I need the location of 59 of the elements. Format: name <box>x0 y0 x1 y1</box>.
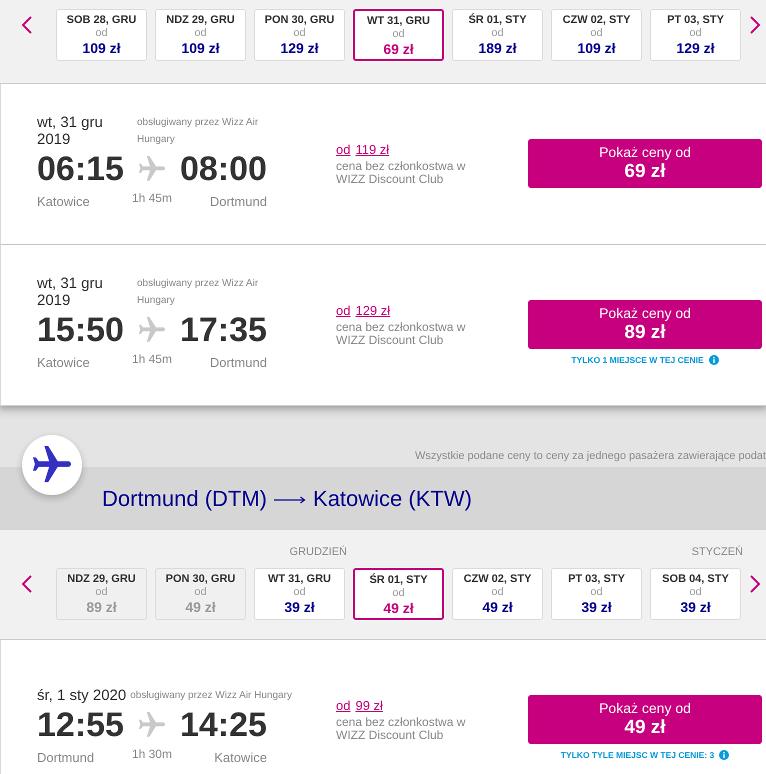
operator-text: obsługiwany przez Wizz Air Hungary <box>137 116 260 147</box>
operator-text: obsługiwany przez Wizz Air Hungary <box>130 689 293 703</box>
regular-price-link[interactable]: od 99 zł <box>336 698 383 714</box>
departure-time: 15:50 <box>37 311 124 349</box>
show-prices-button[interactable]: Pokaż ceny od 49 zł <box>528 695 762 744</box>
chevron-right-icon <box>749 15 761 35</box>
date-price-tab[interactable]: SOB 28, GRU od 109 zł <box>56 9 147 61</box>
destination-city: Dortmund <box>210 194 267 210</box>
flight-duration: 1h 30m <box>132 747 172 761</box>
date-price-tab[interactable]: PT 03, STY od 129 zł <box>650 9 741 61</box>
price-note: cena bez członkostwa w WIZZ Discount Club <box>336 160 466 186</box>
origin-city: Katowice <box>37 355 90 371</box>
chevron-left-icon <box>21 574 33 594</box>
seats-left-note: TYLKO 1 MIEJSCE W TEJ CENIE <box>571 354 704 366</box>
airplane-icon <box>138 317 165 343</box>
date-price-tab[interactable]: WT 31, GRU od 69 zł <box>353 9 444 61</box>
date-price-tab[interactable]: CZW 02, STY od 49 zł <box>452 568 543 620</box>
arrival-time: 08:00 <box>180 150 267 188</box>
arrival-time: 14:25 <box>180 706 267 744</box>
airplane-icon <box>138 712 165 738</box>
info-icon[interactable] <box>708 355 719 365</box>
flight-date: śr, 1 sty 2020 <box>37 687 126 704</box>
date-price-tab[interactable]: NDZ 29, GRU od 109 zł <box>155 9 246 61</box>
month-label: STYCZEŃ <box>692 545 743 559</box>
departure-time: 06:15 <box>37 150 124 188</box>
month-label: GRUDZIEŃ <box>290 545 347 559</box>
info-icon[interactable] <box>719 750 730 760</box>
chevron-right-icon <box>749 574 761 594</box>
price-note: cena bez członkostwa w WIZZ Discount Club <box>336 716 466 742</box>
flight-date: wt, 31 gru 2019 <box>37 114 104 148</box>
date-price-tab[interactable]: WT 31, GRU od 39 zł <box>254 568 345 620</box>
date-price-tab[interactable]: SOB 04, STY od 39 zł <box>650 568 741 620</box>
price-note: cena bez członkostwa w WIZZ Discount Club <box>336 321 466 347</box>
flight-date: wt, 31 gru 2019 <box>37 275 104 309</box>
date-price-tab[interactable]: ŚR 01, STY od 189 zł <box>452 9 543 61</box>
origin-city: Dortmund <box>37 750 94 766</box>
long-arrow-icon <box>274 495 306 505</box>
flight-duration: 1h 45m <box>132 191 172 205</box>
date-price-tab[interactable]: PON 30, GRU od 129 zł <box>254 9 345 61</box>
date-price-tab[interactable]: ŚR 01, STY od 49 zł <box>353 568 444 620</box>
chevron-left-icon <box>21 15 33 35</box>
operator-text: obsługiwany przez Wizz Air Hungary <box>137 277 260 308</box>
seats-left-note: TYLKO TYLE MIEJSC W TEJ CENIE: 3 <box>560 749 714 761</box>
destination-city: Katowice <box>214 750 267 766</box>
airplane-icon <box>138 156 165 182</box>
date-price-tab[interactable]: CZW 02, STY od 109 zł <box>551 9 642 61</box>
route-origin: Dortmund (DTM) <box>102 486 268 512</box>
show-prices-button[interactable]: Pokaż ceny od 89 zł <box>528 300 762 349</box>
date-price-tab[interactable]: PT 03, STY od 39 zł <box>551 568 642 620</box>
origin-city: Katowice <box>37 194 90 210</box>
arrival-time: 17:35 <box>180 311 267 349</box>
departure-time: 12:55 <box>37 706 124 744</box>
show-prices-button[interactable]: Pokaż ceny od 69 zł <box>528 139 762 188</box>
regular-price-link[interactable]: od 129 zł <box>336 303 390 319</box>
flight-duration: 1h 45m <box>132 352 172 366</box>
destination-city: Dortmund <box>210 355 267 371</box>
regular-price-link[interactable]: od 119 zł <box>336 142 390 158</box>
fare-disclaimer: Wszystkie podane ceny to ceny za jednego pasażera zawierające podat <box>415 450 766 463</box>
route-destination: Katowice (KTW) <box>313 486 472 512</box>
